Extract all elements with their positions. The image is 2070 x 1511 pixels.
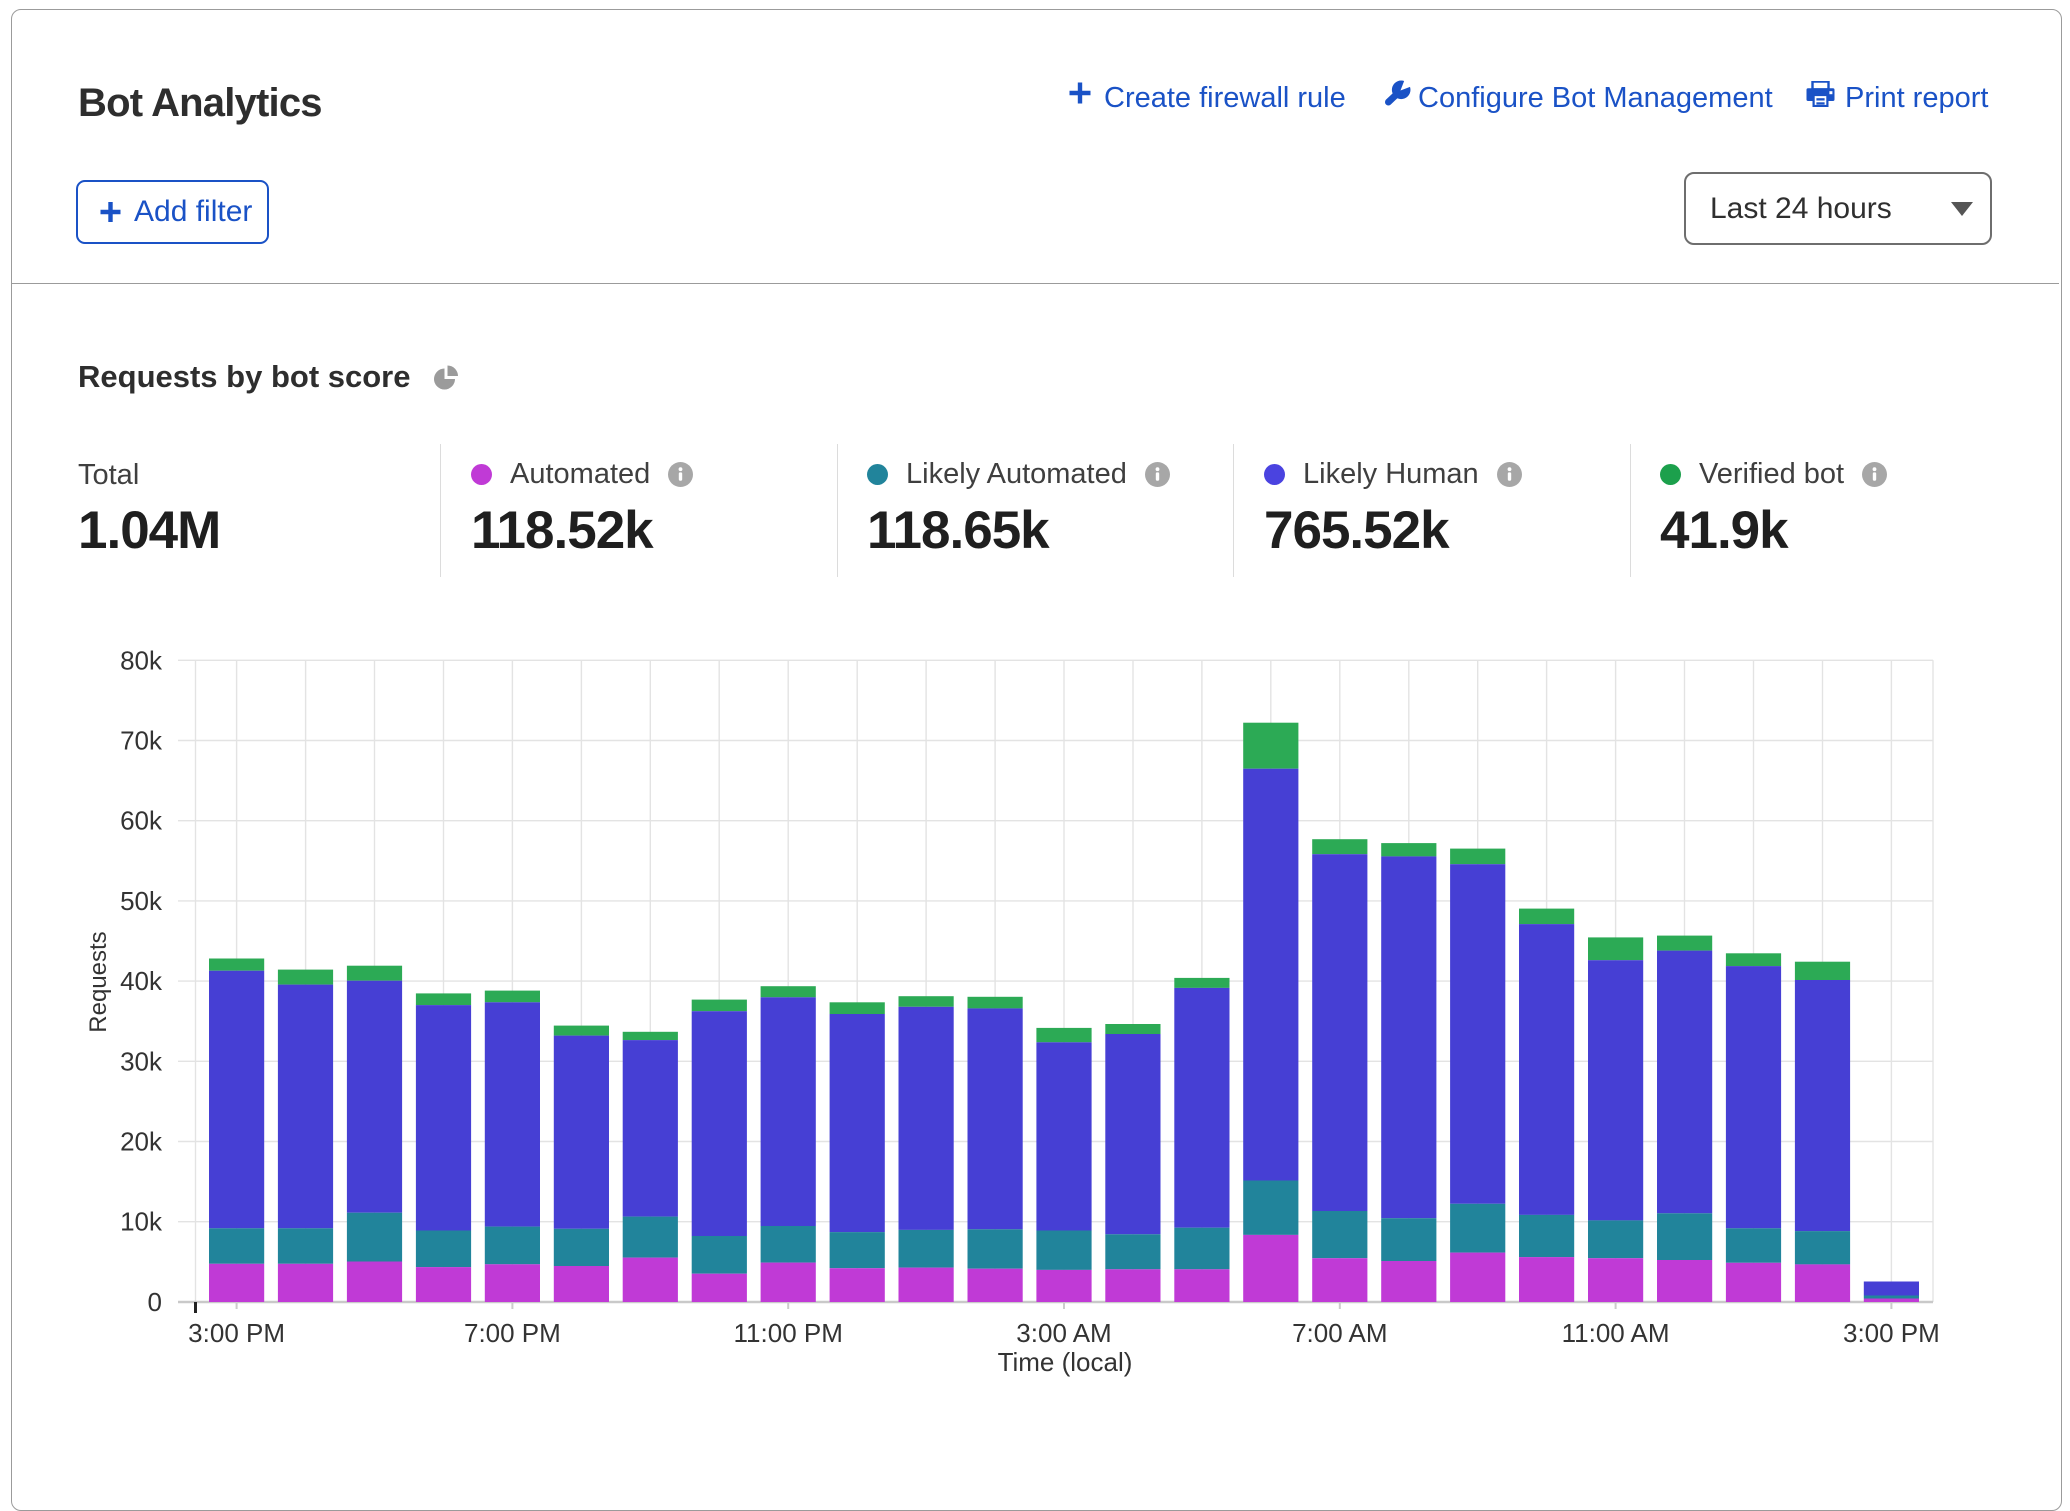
svg-text:Requests: Requests bbox=[85, 931, 112, 1032]
svg-text:3:00 PM: 3:00 PM bbox=[188, 1318, 285, 1348]
svg-text:Time (local): Time (local) bbox=[998, 1347, 1133, 1377]
svg-text:10k: 10k bbox=[120, 1207, 163, 1237]
svg-text:70k: 70k bbox=[120, 726, 163, 756]
svg-text:40k: 40k bbox=[120, 966, 163, 996]
svg-text:3:00 PM: 3:00 PM bbox=[1843, 1318, 1940, 1348]
svg-text:7:00 AM: 7:00 AM bbox=[1292, 1318, 1387, 1348]
svg-text:0: 0 bbox=[148, 1287, 162, 1317]
svg-text:7:00 PM: 7:00 PM bbox=[464, 1318, 561, 1348]
svg-text:11:00 AM: 11:00 AM bbox=[1562, 1318, 1670, 1348]
svg-text:80k: 80k bbox=[120, 645, 163, 675]
svg-text:20k: 20k bbox=[120, 1127, 163, 1157]
svg-text:60k: 60k bbox=[120, 806, 163, 836]
svg-text:30k: 30k bbox=[120, 1046, 163, 1076]
svg-text:3:00 AM: 3:00 AM bbox=[1016, 1318, 1111, 1348]
svg-text:11:00 PM: 11:00 PM bbox=[734, 1318, 843, 1348]
svg-text:50k: 50k bbox=[120, 886, 163, 916]
